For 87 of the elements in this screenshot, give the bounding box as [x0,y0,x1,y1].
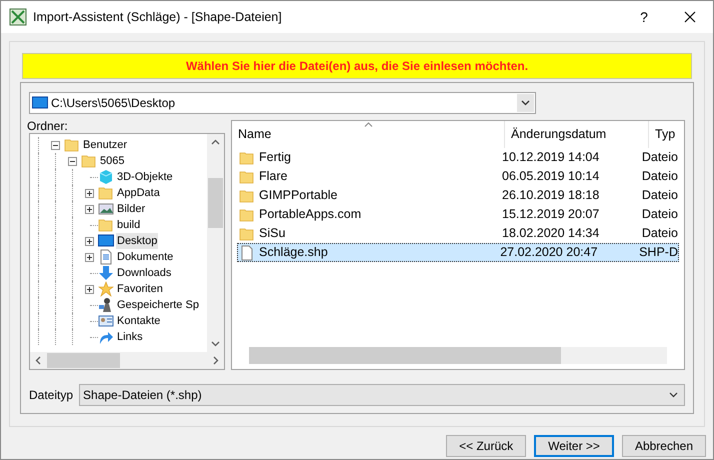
folder-icon [98,217,114,233]
tree-item[interactable]: Dokumente [116,249,174,265]
tree-item[interactable]: Kontakte [116,313,162,329]
tree-item[interactable]: Links [116,329,144,345]
file-type: Dateio [640,206,678,224]
file-type: Dateio [640,187,678,204]
instruction-banner: Wählen Sie hier die Datei(en) aus, die Sie einlesen möchten. [22,53,692,79]
file-type: Dateio [640,168,678,186]
app-icon [9,8,27,26]
tree-item[interactable]: Bilder [116,201,146,217]
curved-arrow-icon [98,329,114,345]
cube-icon [98,169,114,185]
file-type: Dateio [640,225,678,242]
file-date: 18.02.2020 14:34 [501,225,600,242]
window-title: Import-Assistent (Schläge) - [Shape-Dateien] [33,8,282,26]
tree-item[interactable]: Favoriten [116,281,164,297]
tree-item[interactable]: 5065 [99,153,126,169]
wizard-button[interactable]: Weiter >> [534,435,614,457]
horizontal-scrollbar[interactable] [30,352,224,369]
scrollbar-thumb[interactable] [249,347,561,364]
folder-icon [64,137,80,153]
file-icon [239,244,255,260]
file-type: Dateio [640,149,678,166]
folder-icon [98,185,114,201]
folder-icon [81,153,97,169]
file-name: Fertig [259,149,291,166]
monitor-icon [98,233,114,249]
file-date: 27.02.2020 20:47 [499,244,599,262]
tree-label: Ordner: [27,120,69,133]
tree-item[interactable]: Benutzer [82,137,128,153]
wizard-button[interactable]: Abbrechen [622,435,706,457]
expand-toggle[interactable] [85,188,94,198]
filetype-label: Dateityp [29,387,74,404]
picture-icon [98,201,114,217]
chess-piece-icon [98,297,114,313]
path-value: C:\Users\5065\Desktop [51,95,176,112]
monitor-icon [32,95,48,111]
path-combo[interactable]: C:\Users\5065\Desktop [29,92,536,114]
file-row[interactable]: GIMPPortable 26.10.2019 18:18 Dateio [237,186,679,205]
column-header[interactable]: Änderungsdatum [504,121,648,148]
collapse-toggle[interactable] [51,140,60,150]
file-name: GIMPPortable [259,187,338,204]
file-name: Schläge.shp [259,244,328,262]
file-name: PortableApps.com [259,206,362,224]
down-arrow-icon [98,265,114,281]
expand-toggle[interactable] [85,252,94,262]
expand-toggle[interactable] [85,236,94,246]
folder-icon [239,188,255,204]
expand-toggle[interactable] [85,204,94,214]
filetype-combo[interactable]: Shape-Dateien (*.shp) [79,384,685,406]
help-button[interactable]: ? [621,1,667,33]
scrollbar-thumb[interactable] [47,353,120,368]
tree-item[interactable]: Gespeicherte Sp [116,297,200,313]
contact-card-icon [98,313,114,329]
file-row[interactable]: SiSu 18.02.2020 14:34 Dateio [237,224,679,243]
file-name: SiSu [259,225,286,242]
dropdown-caret-icon [517,94,534,112]
vertical-scrollbar[interactable] [207,134,224,352]
file-row[interactable]: PortableApps.com 15.12.2019 20:07 Dateio [237,205,679,224]
collapse-toggle[interactable] [68,156,77,166]
file-date: 06.05.2019 10:14 [501,168,600,186]
file-row[interactable]: Fertig 10.12.2019 14:04 Dateio [237,148,679,167]
tree-item[interactable]: Desktop [116,233,158,249]
file-date: 10.12.2019 14:04 [501,149,600,166]
tree-item[interactable]: AppData [116,185,161,201]
tree-item[interactable]: 3D-Objekte [116,169,174,185]
folder-icon [239,168,255,184]
file-row[interactable]: Schläge.shp 27.02.2020 20:47 SHP-D [237,243,679,262]
file-row[interactable]: Flare 06.05.2019 10:14 Dateio [237,167,679,186]
file-type: SHP-D [638,244,678,262]
folder-icon [239,150,255,166]
file-date: 26.10.2019 18:18 [501,187,600,204]
column-header[interactable]: Typ [648,121,684,148]
scrollbar-thumb[interactable] [208,178,223,228]
expand-toggle[interactable] [85,284,94,294]
horizontal-scrollbar[interactable] [249,347,667,364]
dropdown-caret-icon [669,392,678,398]
star-icon [98,281,114,297]
folder-icon [239,206,255,222]
file-name: Flare [259,168,288,186]
column-header[interactable]: Name [232,121,504,148]
document-icon [98,249,114,265]
tree-item[interactable]: Downloads [116,265,172,281]
file-date: 15.12.2019 20:07 [501,206,600,224]
wizard-button[interactable]: << Zurück [446,435,526,457]
close-icon [684,11,696,23]
tree-item[interactable]: build [116,217,142,233]
